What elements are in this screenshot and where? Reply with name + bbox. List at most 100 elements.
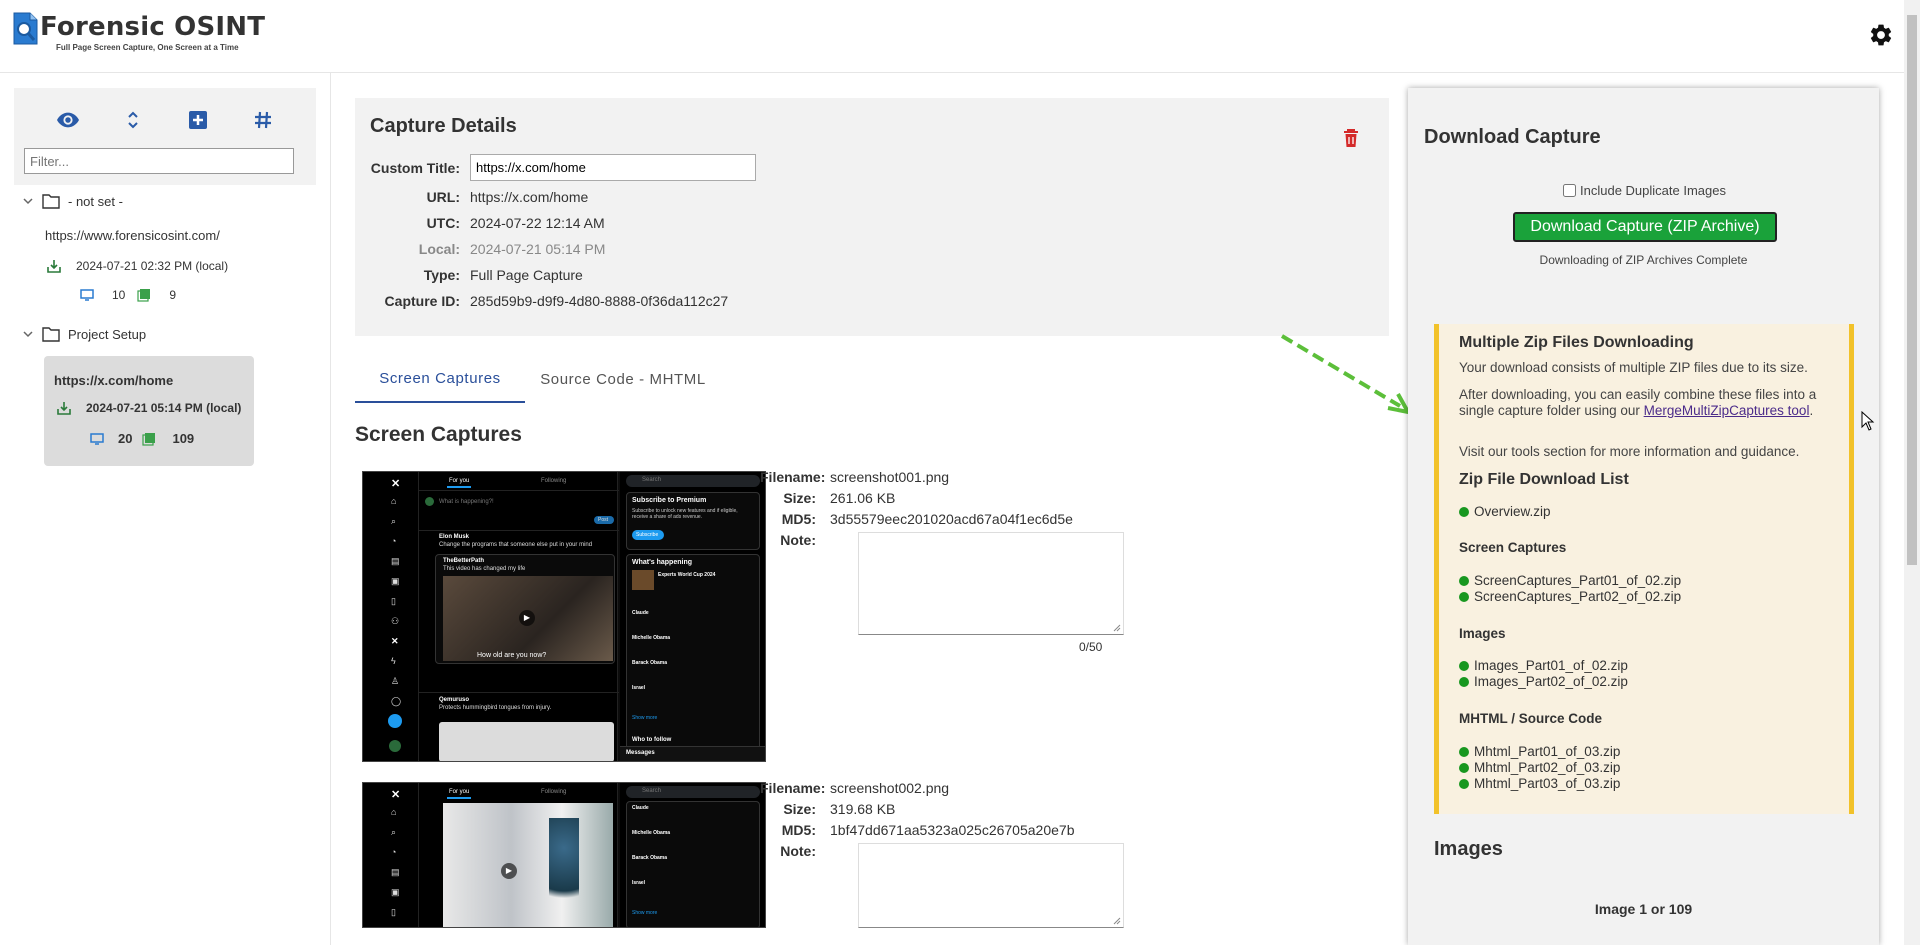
app-logo[interactable]: Forensic OSINT Full Page Screen Capture,… (12, 12, 265, 52)
search-icon: ⌕ (391, 827, 397, 837)
filename-label: Filename: (760, 779, 826, 796)
filename-label: Filename: (760, 468, 826, 485)
tree-group-label: Project Setup (68, 326, 147, 342)
status-dot (1459, 660, 1469, 671)
bookmark-icon: ▯ (391, 907, 396, 917)
selected-capture-card[interactable]: https://x.com/home 2024-07-21 05:14 PM (… (44, 356, 254, 466)
x-premium-icon: ✕ (391, 636, 399, 646)
messages-drawer: Messages (626, 750, 655, 756)
include-duplicates-checkbox[interactable] (1563, 184, 1576, 197)
folder-icon (42, 327, 60, 342)
tree-group-not-set[interactable]: - not set - (22, 193, 123, 209)
settings-gear-icon[interactable] (1868, 22, 1894, 48)
who-to-follow: Who to follow (632, 737, 672, 743)
status-dot (1459, 746, 1469, 757)
trend-item: Claude (632, 610, 649, 616)
eye-icon[interactable] (56, 108, 80, 132)
status-dot (1459, 591, 1469, 602)
mail-icon: ▤ (391, 867, 400, 877)
note-textarea[interactable] (858, 532, 1124, 635)
custom-title-input[interactable] (470, 154, 756, 181)
custom-title-label: Custom Title: (370, 159, 460, 176)
notice-merge-text: After downloading, you can easily combin… (1459, 387, 1817, 418)
resize-handle-icon[interactable] (1113, 917, 1121, 925)
download-capture-heading: Download Capture (1424, 126, 1601, 148)
note-textarea[interactable] (858, 843, 1124, 928)
premium-body: Subscribe to unlock new features and if … (632, 508, 738, 520)
md5-value: 1bf47dd671aa5323a025c26705a20e7b (830, 821, 1075, 838)
screen-count: 10 (112, 288, 126, 302)
note-label: Note: (780, 531, 816, 548)
notice-title: Multiple Zip Files Downloading (1459, 334, 1694, 351)
zip-file-item: Overview.zip (1459, 504, 1551, 519)
tweet-author: Elon Musk (439, 534, 470, 540)
include-duplicates-option[interactable]: Include Duplicate Images (1563, 183, 1726, 198)
video-caption: How old are you now? (477, 652, 547, 659)
resize-handle-icon[interactable] (1113, 624, 1121, 632)
mail-icon: ▤ (391, 556, 400, 566)
image-counter: Image 1 or 109 (1594, 901, 1693, 917)
screen-captures-heading: Screen Captures (355, 423, 522, 446)
mouse-cursor-icon (1861, 411, 1875, 431)
tab-screen-captures[interactable]: Screen Captures (355, 355, 525, 403)
filename-value: screenshot001.png (830, 468, 950, 485)
trend-item: Israel (632, 880, 646, 886)
zip-group-label: MHTML / Source Code (1459, 711, 1603, 726)
hashtag-icon[interactable] (251, 108, 275, 132)
tab-following: Following (541, 478, 567, 484)
tree-group-project-setup[interactable]: Project Setup (22, 326, 146, 342)
chevron-down-icon[interactable] (22, 195, 34, 207)
tree-item-time-row[interactable]: 2024-07-21 02:32 PM (local) (46, 258, 228, 274)
tweet-author: Qemuruso (439, 697, 470, 703)
utc-label: UTC: (426, 215, 460, 231)
zip-file-item: ScreenCaptures_Part01_of_02.zip (1459, 573, 1681, 588)
scrollbar-thumb[interactable] (1907, 15, 1917, 565)
download-capture-panel: Download Capture Include Duplicate Image… (1408, 88, 1879, 945)
status-dot (1459, 575, 1469, 586)
type-label: Type: (423, 267, 460, 283)
zip-list-title: Zip File Download List (1459, 471, 1629, 488)
trend-item: Michelle Obama (632, 635, 671, 641)
filter-input[interactable] (24, 148, 294, 174)
x-sidebar: ✕ ⌂ ⌕ ◔ ▤ ▣ ▯ ⚇ ✕ ϟ ♙ ◯ (363, 472, 418, 761)
tweet-text: Change the programs that someone else pu… (439, 542, 593, 548)
status-dot (1459, 676, 1469, 687)
home-icon: ⌂ (391, 807, 397, 817)
tab-following: Following (541, 789, 567, 795)
zip-file-item: Mhtml_Part01_of_03.zip (1459, 744, 1620, 759)
expand-collapse-icon[interactable] (121, 108, 145, 132)
subscribe-button: Subscribe (636, 532, 659, 538)
screen-count: 20 (118, 431, 133, 446)
chevron-down-icon[interactable] (22, 328, 34, 340)
capture-id-label: Capture ID: (384, 293, 460, 309)
download-zip-button[interactable]: Download Capture (ZIP Archive) (1513, 212, 1777, 242)
x-sidebar: ✕ ⌂ ⌕ ◔ ▤ ▣ ▯ (363, 783, 418, 927)
tab-source-code-mhtml[interactable]: Source Code - MHTML (525, 355, 721, 403)
merge-tool-link[interactable]: MergeMultiZipCaptures tool (1644, 403, 1810, 418)
md5-label: MD5: (781, 821, 816, 838)
url-value: https://x.com/home (470, 189, 589, 205)
screenshot-thumbnail[interactable]: ✕ ⌂ ⌕ ◔ ▤ ▣ ▯ For you Following ▶ Search… (362, 782, 766, 928)
search-icon: ⌕ (391, 516, 397, 526)
trash-icon[interactable] (1343, 128, 1359, 148)
zip-file-item: Images_Part01_of_02.zip (1459, 658, 1628, 673)
zip-file-item: Mhtml_Part03_of_03.zip (1459, 776, 1620, 791)
capture-tabs: Screen Captures Source Code - MHTML (355, 355, 1389, 403)
list-icon: ▣ (391, 887, 400, 897)
dashed-arrow-icon (1280, 334, 1412, 414)
people-icon: ⚇ (391, 616, 400, 626)
include-duplicates-label: Include Duplicate Images (1580, 183, 1726, 198)
url-label: URL: (426, 189, 460, 205)
screenshot-thumbnail[interactable]: ✕ ⌂ ⌕ ◔ ▤ ▣ ▯ ⚇ ✕ ϟ ♙ ◯ For you Followin… (362, 471, 766, 762)
app-title: Forensic OSINT (40, 12, 266, 42)
page-scrollbar[interactable] (1904, 0, 1920, 945)
note-label: Note: (780, 842, 816, 859)
zip-group-label: Screen Captures (1459, 540, 1567, 555)
trends-heading: What's happening (632, 559, 692, 566)
tab-for-you: For you (449, 478, 470, 484)
tree-item-url[interactable]: https://www.forensicosint.com/ (45, 228, 220, 243)
add-square-icon[interactable] (186, 108, 210, 132)
bookmark-icon: ▯ (391, 596, 396, 606)
trend-item: Barack Obama (632, 660, 668, 666)
utc-value: 2024-07-22 12:14 AM (470, 215, 605, 231)
